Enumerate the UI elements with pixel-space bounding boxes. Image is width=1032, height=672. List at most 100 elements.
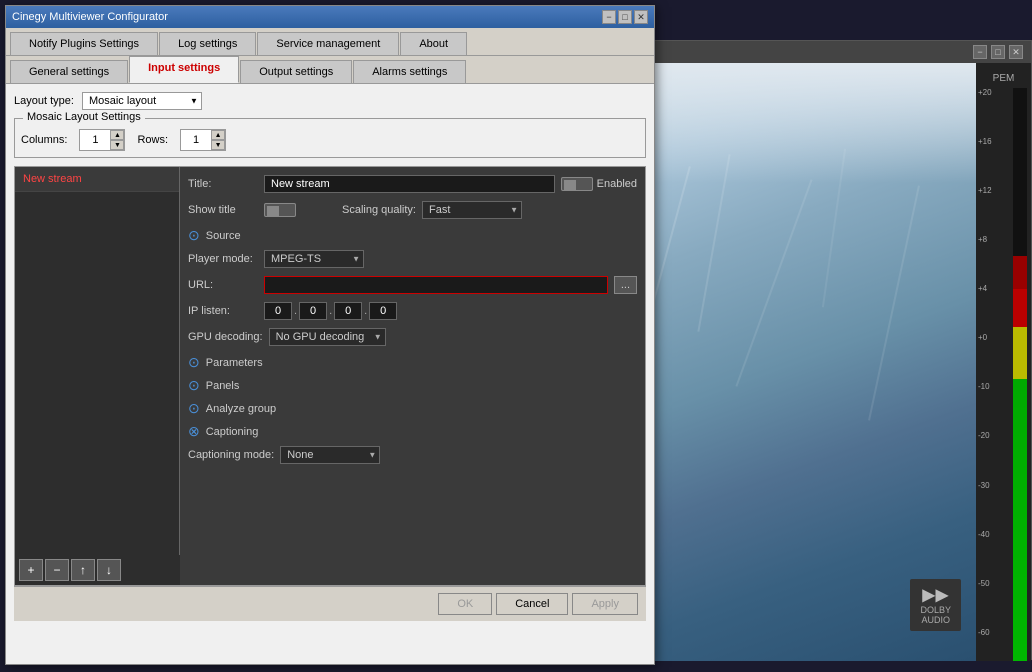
source-label: Source [206, 230, 241, 242]
show-title-label: Show title [188, 204, 258, 216]
parameters-section-header[interactable]: ⊙ Parameters [188, 354, 637, 371]
meter-green-segment [1013, 379, 1027, 661]
tab-alarms-settings[interactable]: Alarms settings [353, 60, 466, 83]
title-row: Title: Enabled [188, 175, 637, 193]
main-split-panel: New stream + − ↑ ↓ Title: Enabled [14, 166, 646, 586]
layout-type-select-wrapper: Mosaic layout Single layout [82, 92, 202, 110]
url-label: URL: [188, 279, 258, 291]
meter-red-segment [1013, 256, 1027, 288]
bg-close-button[interactable]: ✕ [1009, 45, 1023, 59]
gpu-decoding-label: GPU decoding: [188, 331, 263, 343]
move-up-button[interactable]: ↑ [71, 559, 95, 581]
enabled-label: Enabled [597, 178, 637, 190]
cancel-button[interactable]: Cancel [496, 593, 568, 615]
gpu-decoding-select[interactable]: No GPU decoding Auto NVIDIA [269, 328, 386, 346]
meter-orange-segment [1013, 289, 1027, 328]
ip-listen-row: IP listen: . . . [188, 302, 637, 320]
ip-listen-inputs: . . . [264, 302, 397, 320]
remove-stream-button[interactable]: − [45, 559, 69, 581]
tabs-row-1: Notify Plugins Settings Log settings Ser… [6, 28, 654, 56]
tab-general-settings[interactable]: General settings [10, 60, 128, 83]
panels-label: Panels [206, 380, 240, 392]
title-bar: Cinegy Multiviewer Configurator − □ ✕ [6, 6, 654, 28]
show-title-row: Show title Scaling quality: Fast Good Be… [188, 201, 637, 219]
add-stream-button[interactable]: + [19, 559, 43, 581]
pem-label: PEM [993, 73, 1015, 84]
stream-list-buttons: + − ↑ ↓ [15, 555, 180, 585]
analyze-group-section-header[interactable]: ⊙ Analyze group [188, 400, 637, 417]
tab-input-settings[interactable]: Input settings [129, 56, 239, 83]
rows-spin-buttons: ▲ ▼ [211, 130, 225, 150]
pem-meter: PEM +20 +16 +12 +8 +4 +0 -10 -20 -30 -40… [976, 63, 1031, 661]
stream-item[interactable]: New stream [15, 167, 179, 192]
rows-up-button[interactable]: ▲ [211, 130, 225, 140]
rows-down-button[interactable]: ▼ [211, 140, 225, 150]
ip-octet-2[interactable] [299, 302, 327, 320]
captioning-section-header[interactable]: ⊗ Captioning [188, 423, 637, 440]
scaling-quality-select-wrapper: Fast Good Best [422, 201, 522, 219]
show-title-toggle[interactable] [264, 203, 296, 217]
bg-minimize-button[interactable]: − [973, 45, 987, 59]
captioning-mode-label: Captioning mode: [188, 449, 274, 461]
rows-input[interactable] [181, 134, 211, 146]
stream-list-container: New stream + − ↑ ↓ [15, 167, 180, 585]
dolby-audio-label: DOLBYAUDIO [920, 605, 951, 625]
dialog-button-bar: OK Cancel Apply [14, 586, 646, 621]
ip-octet-1[interactable] [264, 302, 292, 320]
url-input[interactable] [264, 276, 608, 294]
analyze-group-chevron-icon: ⊙ [188, 400, 200, 417]
player-mode-select-wrapper: MPEG-TS NDI SDI [264, 250, 364, 268]
layout-type-row: Layout type: Mosaic layout Single layout [14, 92, 646, 110]
meter-bar [1013, 88, 1027, 661]
columns-rows-row: Columns: ▲ ▼ Rows: ▲ ▼ [21, 129, 639, 151]
enabled-toggle-group: Enabled [561, 177, 637, 191]
tab-log-settings[interactable]: Log settings [159, 32, 256, 55]
ip-listen-label: IP listen: [188, 305, 258, 317]
columns-down-button[interactable]: ▼ [110, 140, 124, 150]
tab-output-settings[interactable]: Output settings [240, 60, 352, 83]
tabs-row-2: General settings Input settings Output s… [6, 56, 654, 84]
columns-input[interactable] [80, 134, 110, 146]
columns-spinbox: ▲ ▼ [79, 129, 125, 151]
ip-octet-4[interactable] [369, 302, 397, 320]
close-button[interactable]: ✕ [634, 10, 648, 24]
move-down-button[interactable]: ↓ [97, 559, 121, 581]
gpu-decoding-select-wrapper: No GPU decoding Auto NVIDIA [269, 328, 386, 346]
ip-octet-3[interactable] [334, 302, 362, 320]
parameters-label: Parameters [206, 357, 263, 369]
captioning-mode-select-wrapper: None CEA-608 CEA-708 [280, 446, 380, 464]
url-row: URL: ... [188, 276, 637, 294]
title-input[interactable] [264, 175, 555, 193]
tab-service-management[interactable]: Service management [257, 32, 399, 55]
scaling-quality-label: Scaling quality: [342, 204, 416, 216]
player-mode-select[interactable]: MPEG-TS NDI SDI [264, 250, 364, 268]
layout-type-label: Layout type: [14, 95, 74, 107]
bg-window-controls: − □ ✕ [973, 45, 1023, 59]
ok-button[interactable]: OK [438, 593, 492, 615]
restore-button[interactable]: □ [618, 10, 632, 24]
columns-up-button[interactable]: ▲ [110, 130, 124, 140]
mosaic-layout-settings-group: Mosaic Layout Settings Columns: ▲ ▼ Rows… [14, 118, 646, 158]
enabled-toggle[interactable] [561, 177, 593, 191]
browse-button[interactable]: ... [614, 276, 637, 294]
content-area: Layout type: Mosaic layout Single layout… [6, 84, 654, 629]
tab-notify-plugins[interactable]: Notify Plugins Settings [10, 32, 158, 55]
bg-restore-button[interactable]: □ [991, 45, 1005, 59]
config-window: Cinegy Multiviewer Configurator − □ ✕ No… [5, 5, 655, 665]
minimize-button[interactable]: − [602, 10, 616, 24]
captioning-chevron-icon: ⊗ [188, 423, 200, 440]
layout-type-select[interactable]: Mosaic layout Single layout [82, 92, 202, 110]
scaling-quality-select[interactable]: Fast Good Best [422, 201, 522, 219]
player-mode-row: Player mode: MPEG-TS NDI SDI [188, 250, 637, 268]
panels-section-header[interactable]: ⊙ Panels [188, 377, 637, 394]
parameters-chevron-icon: ⊙ [188, 354, 200, 371]
columns-label: Columns: [21, 134, 67, 146]
meter-yellow-segment [1013, 327, 1027, 379]
rows-spinbox: ▲ ▼ [180, 129, 226, 151]
stream-list: New stream [15, 167, 180, 555]
apply-button[interactable]: Apply [572, 593, 638, 615]
tab-about[interactable]: About [400, 32, 467, 55]
source-section-header[interactable]: ⊙ Source [188, 227, 637, 244]
dolby-logo: ▶▶ [920, 585, 951, 605]
captioning-mode-select[interactable]: None CEA-608 CEA-708 [280, 446, 380, 464]
